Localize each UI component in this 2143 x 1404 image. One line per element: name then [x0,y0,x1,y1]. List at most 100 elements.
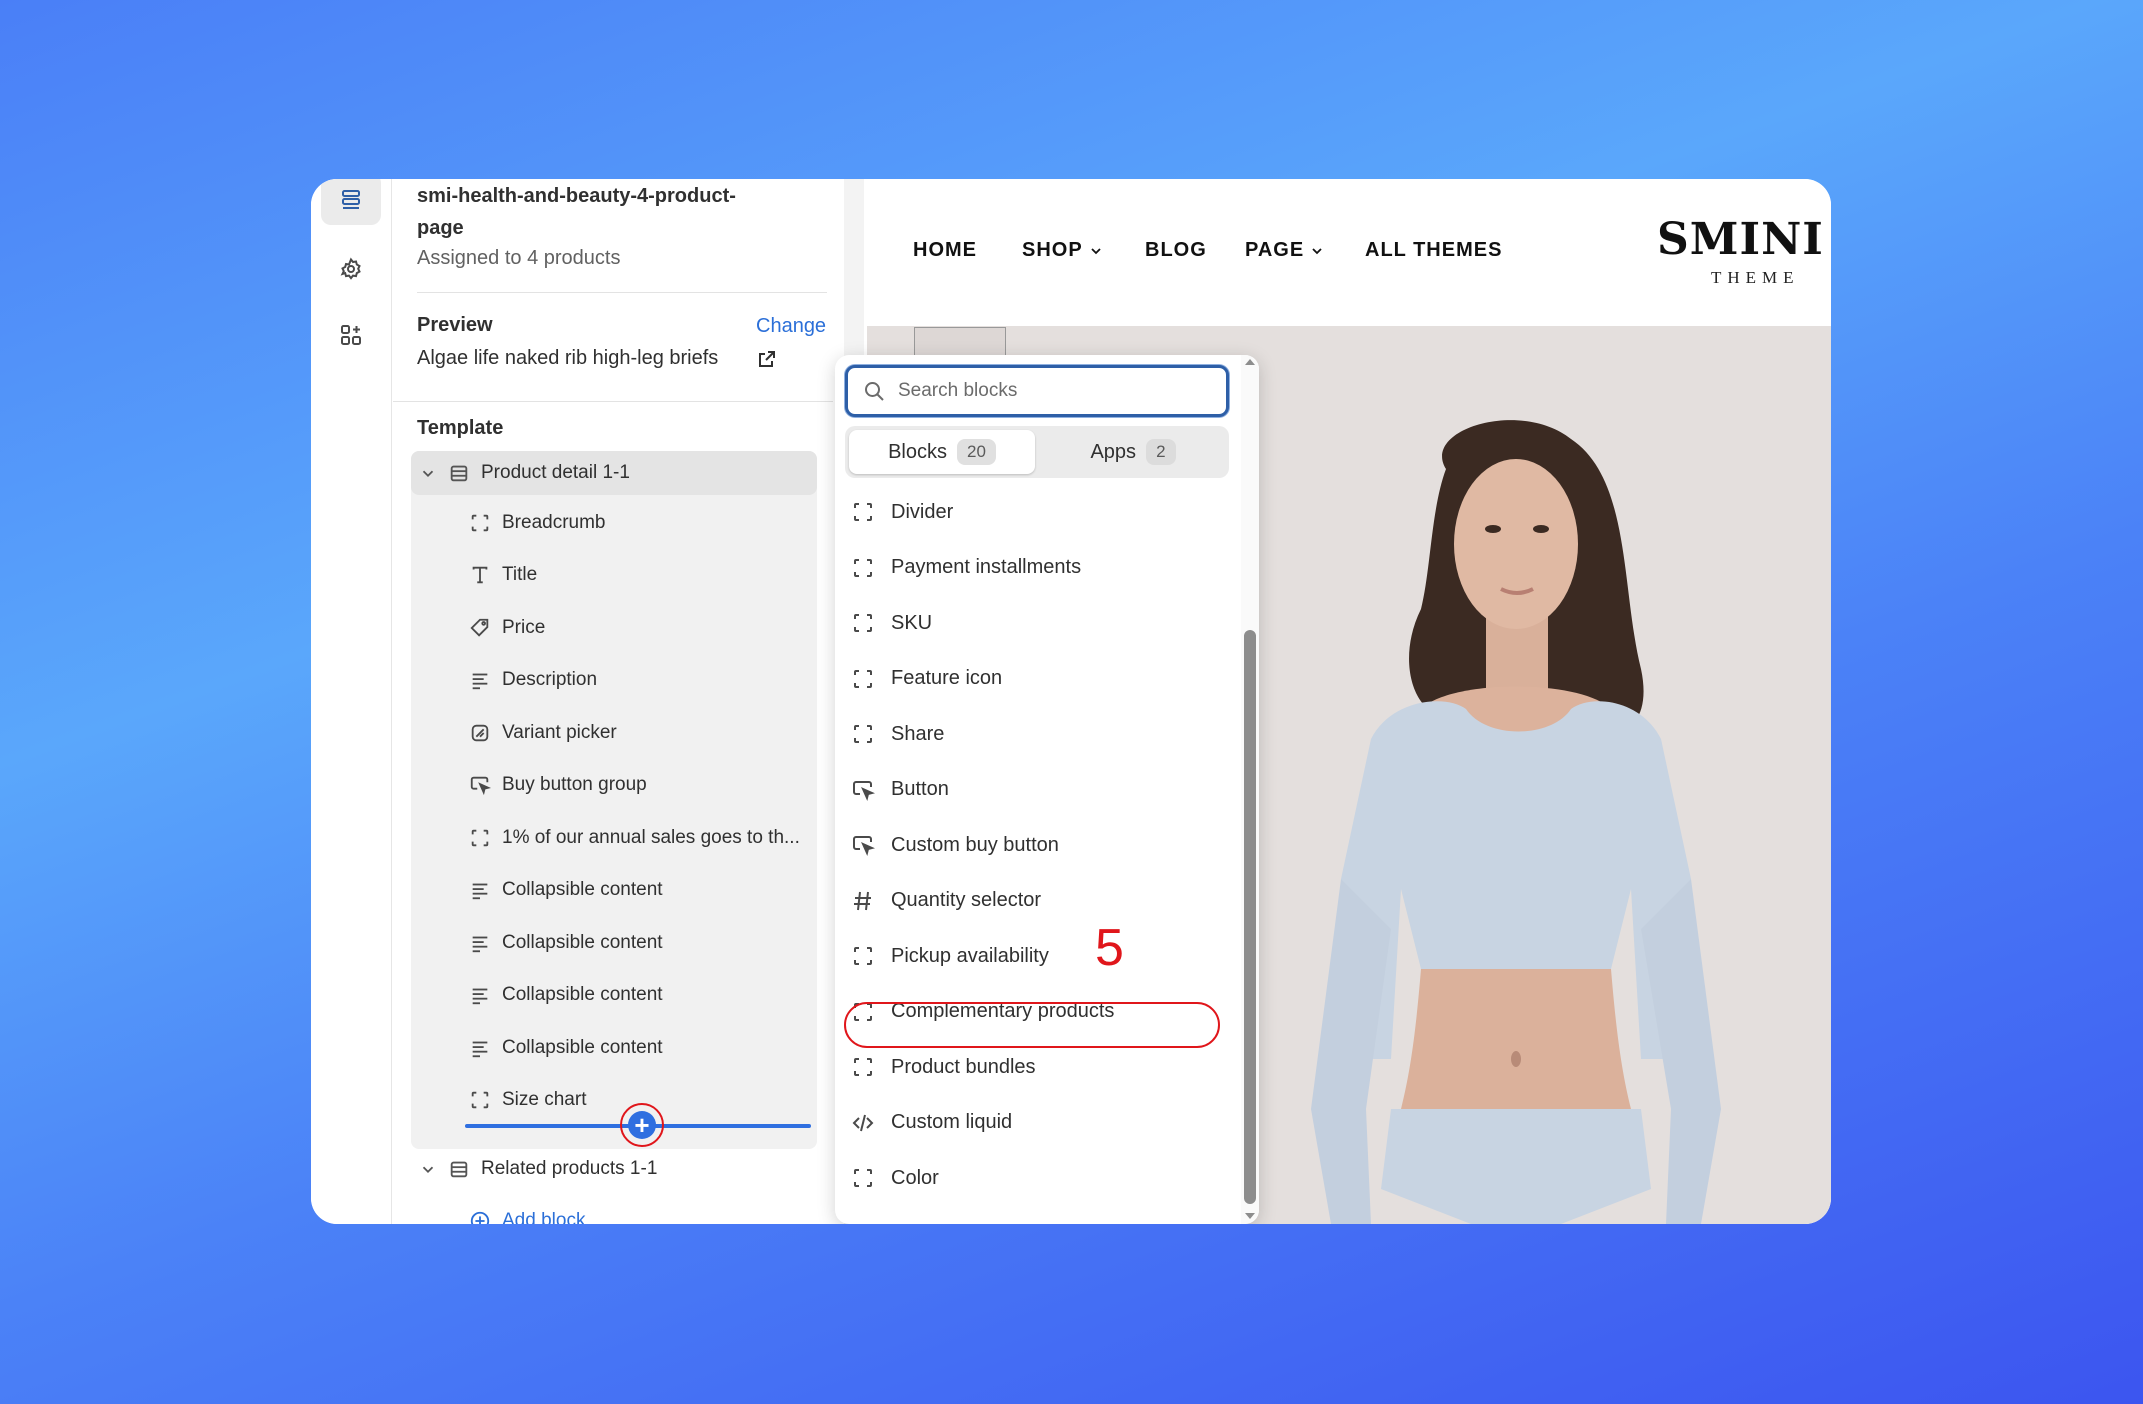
block-icon [851,500,875,524]
tree-block-item[interactable]: Breadcrumb [468,503,606,543]
tree-block-item[interactable]: Collapsible content [468,1028,663,1068]
block-icon [468,1088,492,1112]
block-option[interactable]: Color [851,1158,939,1198]
nav-shop[interactable]: SHOP [1022,239,1103,262]
block-option[interactable]: Product bundles [851,1047,1036,1087]
block-icon [851,722,875,746]
nav-page[interactable]: PAGE [1245,239,1324,262]
blocks-count-badge: 20 [956,439,996,465]
cursor-click-icon [468,773,492,797]
block-option-label: Feature icon [891,667,1003,689]
external-link-icon[interactable] [757,349,777,369]
block-option-label: Custom liquid [891,1111,1013,1133]
tree-block-item[interactable]: Collapsible content [468,923,663,963]
search-input[interactable] [898,380,1198,402]
tree-block-item[interactable]: Price [468,608,545,648]
block-option-label: Share [891,722,945,745]
block-option-label: Custom buy button [891,833,1059,856]
block-icon [851,611,875,635]
highlight-ring [844,1002,1220,1048]
tree-block-label: Price [502,617,546,638]
block-option[interactable]: Pickup availability [851,936,1049,976]
tree-block-item[interactable]: Collapsible content [468,975,663,1015]
plus-icon: + [628,1111,656,1139]
preview-product-name: Algae life naked rib high-leg briefs [417,347,719,369]
insert-block-button[interactable]: + [620,1103,664,1147]
block-icon [851,1055,875,1079]
tree-block-label: Buy button group [502,774,647,795]
tree-block-item[interactable]: Title [468,555,537,595]
tree-block-label: Title [502,564,538,585]
tree-block-label: Collapsible content [502,879,663,900]
apps-nav-button[interactable] [321,309,381,361]
tab-blocks[interactable]: Blocks 20 [849,430,1035,474]
text-icon [468,563,492,587]
nav-blog[interactable]: BLOG [1145,239,1207,262]
chevron-down-icon [1312,247,1322,254]
block-option[interactable]: Button [851,770,949,810]
scroll-up-arrow-icon[interactable] [1243,357,1257,367]
cursor-click-icon [851,778,875,802]
tree-block-item[interactable]: Buy button group [468,765,647,805]
tab-apps[interactable]: Apps 2 [1041,430,1225,474]
section-label: Product detail 1-1 [481,462,630,483]
block-option[interactable]: Payment installments [851,548,1081,588]
block-option-label: Color [891,1166,939,1189]
block-option[interactable]: SKU [851,603,932,643]
tree-block-item[interactable]: Variant picker [468,713,617,753]
change-preview-link[interactable]: Change [756,315,826,338]
block-option[interactable]: Custom liquid [851,1103,1012,1143]
block-picker: Blocks 20 Apps 2 Divider Payment installm… [835,355,1259,1224]
tree-block-label: Description [502,669,598,690]
chevron-down-icon[interactable] [419,461,437,485]
tree-block-label: Variant picker [502,722,617,743]
paragraph-icon [468,668,492,692]
search-icon [865,382,884,401]
hash-icon [851,889,875,913]
nav-all-themes[interactable]: ALL THEMES [1365,239,1502,262]
divider [417,292,827,293]
add-block-button[interactable]: Add block [468,1201,585,1224]
apps-count-badge: 2 [1146,439,1176,465]
store-logo[interactable]: SMINI [1657,214,1824,265]
block-option[interactable]: Divider [851,492,953,532]
search-field[interactable] [845,365,1229,417]
tree-block-label: Collapsible content [502,932,663,953]
picker-scroll-thumb[interactable] [1244,630,1256,1204]
thumbnail-image[interactable] [914,327,1006,357]
paragraph-icon [468,878,492,902]
block-option[interactable]: Feature icon [851,659,1002,699]
tree-block-item[interactable]: Description [468,660,597,700]
block-option[interactable]: Quantity selector [851,881,1041,921]
section-icon [447,461,471,485]
block-icon [468,826,492,850]
block-option[interactable]: Custom buy button [851,825,1059,865]
tree-block-label: Collapsible content [502,1037,663,1058]
block-option-label: Product bundles [891,1055,1036,1078]
scroll-down-arrow-icon[interactable] [1243,1211,1257,1221]
paragraph-icon [468,983,492,1007]
template-name-line2: page [417,217,464,239]
settings-nav-button[interactable] [321,243,381,295]
section-product-detail[interactable]: Product detail 1-1 [419,453,630,493]
block-icon [851,556,875,580]
block-icon [468,511,492,535]
section-related-products[interactable]: Related products 1-1 [419,1149,657,1189]
assigned-products: Assigned to 4 products [417,247,621,269]
nav-home[interactable]: HOME [913,239,977,262]
sections-nav-button[interactable] [321,179,381,225]
block-option-label: Divider [891,500,954,523]
model-photo [1311,420,1721,1224]
tree-block-item[interactable]: 1% of our annual sales goes to th... [468,818,800,858]
template-heading: Template [417,417,504,439]
add-circle-icon [468,1209,492,1224]
code-icon [851,1111,875,1135]
tree-block-item[interactable]: Size chart [468,1080,586,1120]
add-block-label: Add block [502,1210,586,1224]
tree-block-item[interactable]: Collapsible content [468,870,663,910]
template-name-line1: smi-health-and-beauty-4-product- [417,185,736,207]
paragraph-icon [468,931,492,955]
chevron-down-icon[interactable] [419,1157,437,1181]
sections-icon [342,190,360,209]
block-option[interactable]: Share [851,714,944,754]
